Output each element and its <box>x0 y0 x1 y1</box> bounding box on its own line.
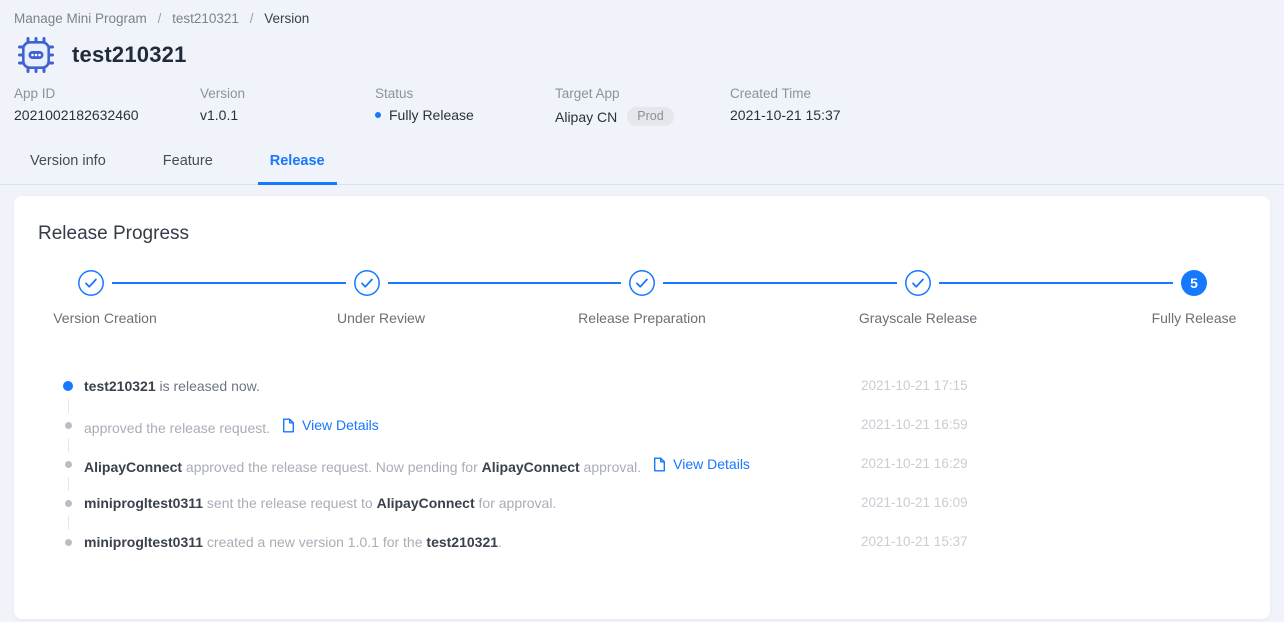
release-progress-title: Release Progress <box>38 223 189 245</box>
app-header: test210321 <box>16 33 1284 77</box>
breadcrumb-version: Version <box>264 11 309 26</box>
timeline-message: . <box>498 534 502 550</box>
timeline-message: sent the release request to <box>203 495 377 511</box>
step-version-creation-check-icon <box>78 270 104 296</box>
step-release-preparation-check-icon <box>629 270 655 296</box>
field-value: 2021002182632460 <box>14 107 139 123</box>
timeline-dot-icon <box>65 422 72 429</box>
stepper-line <box>112 282 346 284</box>
step-fully-release-number: 5 <box>1181 270 1207 296</box>
timeline-timestamp: 2021-10-21 15:37 <box>861 534 968 549</box>
mini-program-chip-icon <box>16 35 56 75</box>
view-details-label: View Details <box>302 416 379 435</box>
stepper-line <box>939 282 1173 284</box>
timeline-dot-icon <box>63 381 73 391</box>
timeline-message: approved the release request. Now pendin… <box>182 459 482 475</box>
timeline-timestamp: 2021-10-21 16:59 <box>861 417 968 432</box>
timeline-actor: AlipayConnect <box>377 495 475 511</box>
timeline-item-sent-request: miniprogltest0311 sent the release reque… <box>64 494 1254 533</box>
field-version: Version v1.0.1 <box>200 86 245 123</box>
field-value: Fully Release <box>375 107 474 123</box>
field-status: Status Fully Release <box>375 86 474 123</box>
step-label-version-creation: Version Creation <box>53 310 157 326</box>
stepper-line <box>663 282 897 284</box>
release-stepper: Version Creation Under Review Release Pr… <box>14 252 1270 342</box>
tab-feature[interactable]: Feature <box>151 153 225 185</box>
field-label: Created Time <box>730 86 841 101</box>
tab-release[interactable]: Release <box>258 153 337 185</box>
field-created-time: Created Time 2021-10-21 15:37 <box>730 86 841 123</box>
timeline-dot-icon <box>65 539 72 546</box>
timeline-message: is released now. <box>156 378 260 394</box>
timeline-message: approval. <box>580 459 641 475</box>
field-value: 2021-10-21 15:37 <box>730 107 841 123</box>
timeline-text: AlipayConnect approved the release reque… <box>84 459 750 475</box>
breadcrumb-manage-mini-program[interactable]: Manage Mini Program <box>14 11 147 26</box>
timeline-text: approved the release request.View Detail… <box>84 420 379 436</box>
timeline-actor: AlipayConnect <box>482 459 580 475</box>
page-title: test210321 <box>72 42 187 68</box>
view-details-label: View Details <box>673 455 750 474</box>
document-icon <box>653 457 666 472</box>
view-details-link[interactable]: View Details <box>282 416 379 435</box>
field-label: Status <box>375 86 474 101</box>
timeline-item-pending-approval: AlipayConnect approved the release reque… <box>64 455 1254 494</box>
field-app-id: App ID 2021002182632460 <box>14 86 139 123</box>
breadcrumb: Manage Mini Program / test210321 / Versi… <box>0 0 1284 26</box>
field-value: Alipay CN Prod <box>555 107 674 126</box>
timeline-dot-icon <box>65 500 72 507</box>
step-grayscale-release-check-icon <box>905 270 931 296</box>
timeline-item-released: test210321 is released now. 2021-10-21 1… <box>64 377 1254 416</box>
release-timeline: test210321 is released now. 2021-10-21 1… <box>64 377 1254 572</box>
step-label-fully-release: Fully Release <box>1152 310 1237 326</box>
step-label-release-preparation: Release Preparation <box>578 310 706 326</box>
timeline-item-approved: approved the release request. View Detail… <box>64 416 1254 455</box>
field-label: App ID <box>14 86 139 101</box>
timeline-item-version-created: miniprogltest0311 created a new version … <box>64 533 1254 572</box>
timeline-timestamp: 2021-10-21 16:09 <box>861 495 968 510</box>
timeline-message: created a new version 1.0.1 for the <box>203 534 426 550</box>
timeline-connector <box>68 516 69 530</box>
timeline-actor: AlipayConnect <box>84 459 182 475</box>
status-dot-icon <box>375 112 381 118</box>
step-label-under-review: Under Review <box>337 310 425 326</box>
document-icon <box>282 418 295 433</box>
timeline-actor: miniprogltest0311 <box>84 495 203 511</box>
target-app-text: Alipay CN <box>555 109 617 125</box>
app-info-fields: App ID 2021002182632460 Version v1.0.1 S… <box>0 86 1284 132</box>
timeline-timestamp: 2021-10-21 17:15 <box>861 378 968 393</box>
timeline-dot-icon <box>65 461 72 468</box>
field-value: v1.0.1 <box>200 107 245 123</box>
step-under-review-check-icon <box>354 270 380 296</box>
breadcrumb-separator: / <box>250 11 254 26</box>
timeline-connector <box>68 477 69 491</box>
release-progress-card: Release Progress Version Creation Under … <box>14 196 1270 619</box>
timeline-app-name: test210321 <box>84 378 156 394</box>
status-text: Fully Release <box>389 107 474 123</box>
breadcrumb-separator: / <box>158 11 162 26</box>
step-number: 5 <box>1190 275 1198 291</box>
timeline-message: approved the release request. <box>84 420 270 436</box>
tab-bar: Version info Feature Release <box>0 153 1284 185</box>
timeline-text: test210321 is released now. <box>84 378 260 394</box>
timeline-connector <box>68 399 69 413</box>
timeline-connector <box>68 438 69 452</box>
step-label-grayscale-release: Grayscale Release <box>859 310 977 326</box>
tab-version-info[interactable]: Version info <box>18 153 118 185</box>
timeline-message: for approval. <box>475 495 557 511</box>
timeline-timestamp: 2021-10-21 16:29 <box>861 456 968 471</box>
field-label: Version <box>200 86 245 101</box>
stepper-line <box>388 282 621 284</box>
timeline-text: miniprogltest0311 sent the release reque… <box>84 495 556 511</box>
field-target-app: Target App Alipay CN Prod <box>555 86 674 126</box>
view-details-link[interactable]: View Details <box>653 455 750 474</box>
timeline-app-name: test210321 <box>426 534 498 550</box>
prod-badge: Prod <box>627 107 673 126</box>
timeline-text: miniprogltest0311 created a new version … <box>84 534 502 550</box>
field-label: Target App <box>555 86 674 101</box>
timeline-actor: miniprogltest0311 <box>84 534 203 550</box>
breadcrumb-app[interactable]: test210321 <box>172 11 239 26</box>
